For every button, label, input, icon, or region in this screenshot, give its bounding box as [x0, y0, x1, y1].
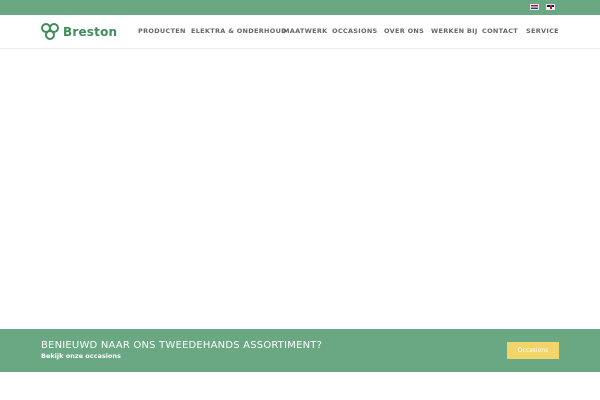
logo[interactable]: Breston	[41, 21, 117, 43]
logo-mark-icon	[41, 23, 63, 41]
nav-item-werken-bij[interactable]: WERKEN BIJ	[431, 27, 478, 35]
logo-text: Breston	[63, 25, 118, 39]
footer-strip	[0, 372, 600, 400]
dutch-flag-icon[interactable]	[530, 4, 539, 10]
banner-title: BENIEUWD NAAR ONS TWEEDEHANDS ASSORTIMEN…	[41, 340, 323, 351]
nav-item-elektra-onderhoud[interactable]: ELEKTRA & ONDERHOUD	[191, 27, 287, 35]
nav-item-over-ons[interactable]: OVER ONS	[384, 27, 424, 35]
banner-subtitle: Bekijk onze occasions	[41, 352, 121, 360]
nav-item-service[interactable]: SERVICE	[526, 27, 559, 35]
nav-item-producten[interactable]: PRODUCTEN	[138, 27, 186, 35]
nav-item-occasions[interactable]: OCCASIONS	[332, 27, 378, 35]
nav-item-maatwerk[interactable]: MAATWERK	[283, 27, 328, 35]
top-bar	[0, 0, 600, 15]
nav-item-contact[interactable]: CONTACT	[482, 27, 518, 35]
site-header: Breston PRODUCTEN ELEKTRA & ONDERHOUD MA…	[0, 15, 600, 49]
hero-area	[0, 50, 600, 329]
occasions-button[interactable]: Occasions	[507, 342, 559, 359]
english-flag-icon[interactable]	[546, 4, 555, 10]
